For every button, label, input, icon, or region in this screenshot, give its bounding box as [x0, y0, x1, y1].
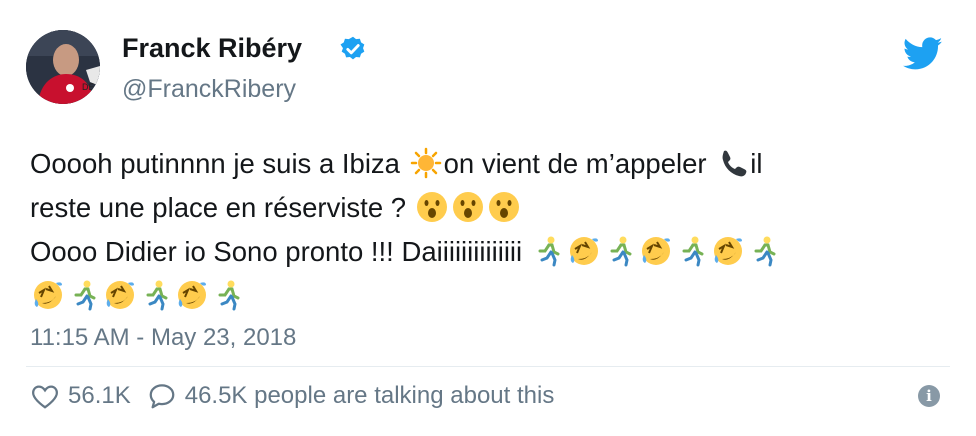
rofl-emoji-icon: [176, 279, 208, 311]
author-handle[interactable]: @FranckRibery: [122, 75, 296, 104]
tweet-timestamp[interactable]: 11:15 AM - May 23, 2018: [30, 324, 296, 352]
talking-count: 46.5K people are talking about this: [184, 382, 555, 409]
heart-icon: [32, 385, 58, 409]
rofl-emoji-icon: [568, 235, 600, 267]
tweet-line-1: Ooooh putinnnn je suis a Ibiza on vient …: [30, 147, 763, 179]
rofl-emoji-icon: [640, 235, 672, 267]
twitter-bird-icon[interactable]: [903, 37, 943, 71]
runner-emoji-icon: [748, 235, 780, 267]
avatar[interactable]: DE: [26, 30, 100, 104]
emoji-row: [30, 280, 246, 311]
speech-bubble-icon: [149, 384, 175, 409]
runner-emoji-icon: [68, 279, 100, 311]
tweet-text: Ooooh putinnnn je suis a Ibiza on vient …: [30, 142, 950, 318]
tweet-line-3: Oooo Didier io Sono pronto !!! Daiiiiiii…: [30, 230, 950, 274]
rofl-emoji-icon: [32, 279, 64, 311]
astonished-face-icon: [416, 191, 448, 223]
sun-emoji-icon: [410, 147, 442, 179]
phone-emoji-icon: [716, 147, 748, 179]
emoji-row: [530, 236, 782, 267]
astonished-face-icon: [488, 191, 520, 223]
svg-text:DE: DE: [82, 82, 95, 92]
info-icon[interactable]: i: [918, 385, 940, 407]
divider: [26, 366, 950, 367]
runner-emoji-icon: [676, 235, 708, 267]
like-count: 56.1K: [68, 382, 131, 409]
runner-emoji-icon: [532, 235, 564, 267]
rofl-emoji-icon: [104, 279, 136, 311]
runner-emoji-icon: [212, 279, 244, 311]
tweet-line-2: reste une place en réserviste ?: [30, 186, 950, 230]
tweet-actions: 56.1K 46.5K people are talking about thi…: [30, 378, 570, 414]
astonished-face-icon: [452, 191, 484, 223]
tweet-line-4: [30, 274, 950, 318]
like-button[interactable]: 56.1K: [30, 381, 131, 411]
runner-emoji-icon: [140, 279, 172, 311]
verified-badge-icon: [340, 36, 365, 60]
author-name[interactable]: Franck Ribéry: [122, 33, 302, 64]
runner-emoji-icon: [604, 235, 636, 267]
reply-button[interactable]: 46.5K people are talking about this: [147, 381, 555, 411]
tweet-card: DE Franck Ribéry @FranckRibery Ooooh put…: [0, 0, 976, 436]
rofl-emoji-icon: [712, 235, 744, 267]
